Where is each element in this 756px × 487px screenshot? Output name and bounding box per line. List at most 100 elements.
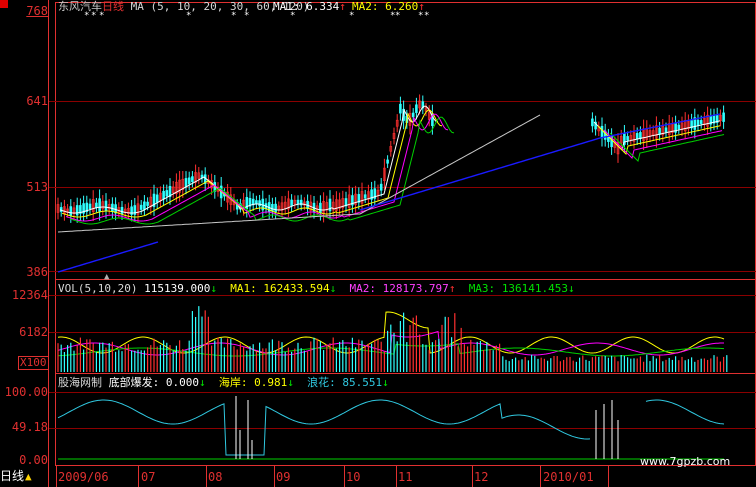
price-axis-386: 386 [26,265,48,279]
period-tab-label: 日线 [0,469,25,483]
candle-body [699,120,703,125]
ma1-legend: MA1: 6.334↑ [273,1,346,13]
candle-body [290,199,293,206]
candle-body [296,199,300,205]
x-label-2: 08 [208,470,223,484]
candle-body [258,200,261,207]
indicator-lines [235,396,619,459]
vol-ma3-arrow: ↓ [568,282,575,295]
candle-body [139,204,143,210]
stock-chart-canvas[interactable]: * * * * * * * * * * * *▲ [0,0,756,487]
candle-body [162,190,165,200]
x-label-4: 10 [346,470,361,484]
vol-ma2-value: 128173.797 [382,282,449,295]
vol-value-arrow: ↓ [210,282,217,295]
vol-ma2-label: MA2: [349,282,376,295]
indicator-cyan-line [57,399,725,456]
event-marker: ▲ [104,272,110,282]
period-label: 日线 [102,0,124,13]
price-candles [56,94,725,223]
ma2-arrow: ↑ [418,0,425,13]
vol-title: VOL(5,10,20) [58,282,138,295]
vol-legend: VOL(5,10,20) 115139.000↓, MA1: 162433.59… [58,282,575,295]
candle-body [104,200,108,212]
candle-body [626,136,629,141]
candle-body [98,198,101,212]
candle-body [271,203,274,212]
x-label-0: 2009/06 [58,470,109,484]
x-label-3: 09 [276,470,291,484]
ind-l1-label: 底部爆发: [108,376,160,389]
candle-body [146,201,149,206]
candle-body [111,203,114,212]
x-label-1: 07 [141,470,156,484]
ma2-legend: MA2: 6.260↑ [352,1,425,13]
candle-body [635,133,639,140]
ind-l1-value: 0.000 [165,376,199,389]
watermark: www.7gpzb.com [640,455,731,468]
candle-body [363,194,367,199]
vol-axis-top: 12364 [11,288,48,302]
x-label-7: 2010/01 [543,470,594,484]
candle-body [75,205,79,216]
candle-body [319,202,322,214]
candle-body [639,132,642,139]
ind-axis-top: 100.00 [4,385,48,399]
candle-body [379,183,383,191]
ind-l3-label: 浪花: [307,376,336,389]
event-markers: * * * * * * * * * * * *▲ [84,11,429,282]
candle-body [165,190,169,197]
candle-body [120,206,124,215]
candle-body [386,159,389,164]
candle-body [658,127,661,135]
indicator-legend: 股海网制 底部爆发: 0.000↓, 海岸: 0.981↓, 浪花: 85.55… [58,376,396,389]
ind-l3-value: 85.551 [342,376,383,389]
x-label-5: 11 [398,470,413,484]
candle-body [415,104,418,113]
ma-line-gray [57,114,541,233]
triangle-up-icon: ▲ [25,470,32,483]
candle-body [95,202,98,208]
ma2-value: 6.260 [385,0,419,13]
price-legend: 东风汽车日线 MA (5, 10, 20, 30, 60, 120) [58,1,309,13]
ma1-value: 6.334 [306,0,340,13]
ma2-label: MA2: [352,0,379,13]
candle-body [696,119,700,126]
candle-body [411,112,415,118]
candle-body [664,127,668,133]
candle-body [184,178,188,188]
vol-value: 115139.000 [144,282,211,295]
price-axis-641: 641 [26,94,48,108]
volume-bars [57,306,728,372]
vol-ma1-label: MA1: [230,282,257,295]
candle-body [722,112,725,122]
vol-ma3-value: 136141.453 [501,282,569,295]
candle-body [399,103,402,114]
candle-body [187,177,191,185]
candle-body [69,206,73,216]
ind-l1-arrow: ↓ [199,376,206,389]
period-tab[interactable]: 日线▲ [0,470,32,483]
candle-body [600,125,604,139]
x-label-6: 12 [474,470,489,484]
vol-ma1-arrow: ↓ [329,282,337,295]
vol-unit-label: X100 [18,356,49,370]
candle-body [143,201,146,210]
ma1-label: MA1: [273,0,300,13]
candle-body [88,203,92,210]
indicator-name: 股海网制 [58,376,102,389]
ind-axis-bot: 0.00 [19,453,48,467]
vol-ma1-value: 162433.594 [263,282,330,295]
candle-body [274,203,277,213]
vol-ma2-arrow: ↑ [448,282,456,295]
ind-l2-arrow: ↓ [287,376,294,389]
candle-body [677,124,681,130]
vol-axis-mid: 6182 [19,325,48,339]
ind-l2-label: 海岸: [218,376,248,389]
vol-ma3-label: MA3: [468,282,496,295]
ma1-arrow: ↑ [339,0,346,13]
ind-axis-mid: 49.18 [11,420,48,434]
ind-l3-arrow: ↓ [382,376,389,389]
stock-name[interactable]: 东风汽车 [58,0,102,13]
candle-body [591,118,594,127]
